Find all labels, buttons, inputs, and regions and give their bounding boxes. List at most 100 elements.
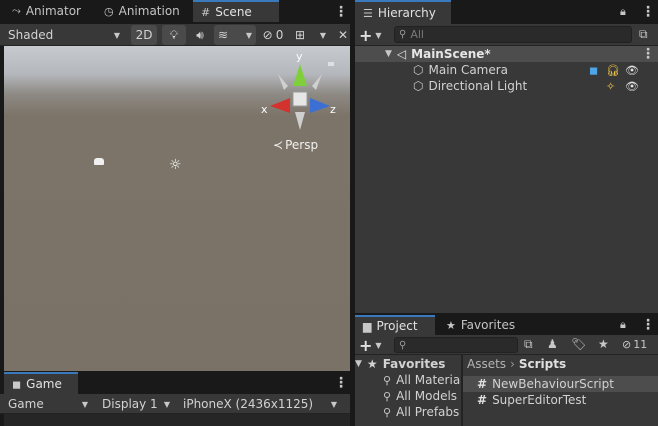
chevron-down-icon: ▼ — [245, 30, 252, 40]
hierarchy-search-placeholder: All — [410, 28, 424, 41]
projection-toggle[interactable]: ≺ Persp — [273, 138, 318, 152]
camera-icon: ◼ — [589, 63, 599, 77]
display-dropdown[interactable]: Display 1 ▼ — [98, 394, 174, 414]
asset-item-label: NewBehaviourScript — [492, 377, 614, 391]
favorites-item-label: All Prefabs — [396, 405, 460, 419]
create-button[interactable]: + ▼ — [359, 26, 382, 45]
scene-row-menu-icon[interactable]: ⋮ — [641, 47, 655, 61]
star-icon: ★ — [446, 318, 456, 332]
light-gizmo-icon[interactable]: ☼ — [169, 158, 182, 172]
filter-by-type-icon[interactable]: ♟ — [547, 337, 558, 351]
lighting-toggle-button[interactable]: 💡︎ — [162, 25, 186, 45]
lock-icon[interactable]: 🔒︎ — [620, 5, 626, 19]
visibility-eye-icon[interactable]: 👁︎ — [625, 64, 639, 77]
tab-project[interactable]: ▆ Project — [355, 315, 435, 335]
hierarchy-search-input[interactable]: ⚲ All — [394, 26, 632, 43]
project-menu-icon[interactable]: ⋮ — [641, 318, 655, 332]
game-mode-label: Game — [8, 397, 44, 411]
hidden-packages-count: 11 — [633, 338, 648, 351]
search-scope-icon[interactable]: ⧉ — [639, 27, 648, 42]
project-search-input[interactable]: ⚲ — [394, 337, 518, 353]
tab-favorites[interactable]: ★ Favorites — [438, 315, 518, 335]
hierarchy-menu-icon[interactable]: ⋮ — [641, 5, 655, 19]
visibility-eye-icon[interactable]: 👁︎ — [625, 80, 639, 93]
game-toolbar: Game ▼ Display 1 ▼ iPhoneX (2436x1125) ▼ — [0, 394, 350, 414]
tab-scene[interactable]: # Scene — [193, 0, 279, 22]
chevron-down-icon: ▼ — [319, 30, 327, 40]
asset-item[interactable]: # SuperEditorTest — [463, 392, 658, 408]
tab-project-label: Project — [376, 319, 418, 333]
hidden-packages-toggle[interactable]: ⊘ 11 — [622, 338, 647, 351]
breadcrumb-assets[interactable]: Assets — [467, 357, 506, 371]
chevron-down-icon: ▼ — [163, 399, 170, 409]
lock-icon[interactable]: 🔒︎ — [620, 318, 626, 332]
tab-hierarchy[interactable]: ☰ Hierarchy — [355, 0, 451, 24]
chevron-down-icon: ▼ — [81, 399, 88, 409]
favorites-item[interactable]: ⚲ All Materia — [383, 372, 460, 388]
search-icon: ⚲ — [383, 389, 392, 403]
grid-icon: # — [201, 5, 211, 19]
clock-icon: ◷ — [104, 4, 114, 18]
light-icon: ✧ — [606, 79, 616, 93]
breadcrumb-scripts[interactable]: Scripts — [519, 357, 566, 371]
gamepad-icon: ◼ — [12, 377, 22, 391]
game-mode-dropdown[interactable]: Game ▼ — [4, 394, 92, 414]
favorites-item[interactable]: ⚲ All Prefabs — [383, 404, 459, 420]
gizmo-lock-icon — [328, 62, 334, 66]
2d-toggle-button[interactable]: 2D — [131, 25, 157, 45]
tab-animator[interactable]: ⤳ Animator — [4, 0, 94, 22]
gizmos-toggle-button[interactable]: ⊞ — [290, 25, 310, 45]
hidden-objects-toggle[interactable]: ⊘ 0 — [259, 25, 287, 45]
list-icon: ☰ — [363, 6, 373, 20]
plus-icon: + — [359, 336, 373, 355]
scene-menu-icon[interactable]: ⋮ — [334, 5, 348, 19]
camera-gizmo-icon[interactable] — [94, 158, 104, 165]
resolution-dropdown[interactable]: iPhoneX (2436x1125) ▼ — [179, 394, 341, 414]
hierarchy-item-directional-light[interactable]: ⬡ Directional Light ✧ 👁︎ — [413, 78, 658, 94]
asset-list: Assets › Scripts # NewBehaviourScript # … — [463, 355, 658, 426]
hierarchy-item-main-camera[interactable]: ⬡ Main Camera ◼ 🎧︎ 👁︎ — [413, 62, 658, 78]
gizmo-neg-y-cone — [295, 112, 305, 130]
tab-game-label: Game — [26, 377, 62, 391]
projection-label: Persp — [285, 138, 319, 152]
folder-icon: ▆ — [363, 319, 372, 333]
asset-item[interactable]: # NewBehaviourScript — [463, 376, 658, 392]
tab-animator-label: Animator — [25, 4, 81, 18]
tab-game[interactable]: ◼ Game — [4, 372, 78, 394]
game-viewport[interactable] — [4, 414, 350, 426]
favorite-star-icon[interactable]: ★ — [598, 337, 609, 351]
scene-viewport[interactable]: y x z ≺ Persp ☼ — [4, 46, 350, 371]
tab-favorites-label: Favorites — [460, 318, 516, 332]
chevron-down-icon: ▼ — [113, 30, 120, 40]
hidden-objects-count: 0 — [275, 28, 284, 42]
expand-arrow-icon[interactable]: ▼ — [355, 359, 362, 369]
filter-by-label-icon[interactable]: 🏷︎ — [571, 337, 586, 351]
favorites-header[interactable]: ▼ ★ Favorites — [355, 356, 445, 372]
search-scope-icon[interactable]: ⧉ — [524, 337, 533, 352]
scene-gizmo[interactable] — [260, 56, 340, 136]
game-menu-icon[interactable]: ⋮ — [334, 376, 348, 390]
gizmo-center-cube — [292, 91, 308, 107]
perspective-icon: ≺ — [273, 138, 284, 152]
tab-scene-label: Scene — [215, 5, 252, 19]
gizmo-neg-x-cone — [312, 74, 322, 90]
eye-slash-icon: ⊘ — [622, 338, 632, 351]
project-toolbar: + ▼ ⚲ ⧉ ♟ 🏷︎ ★ ⊘ 11 — [355, 335, 658, 355]
shading-mode-label: Shaded — [8, 28, 54, 42]
breadcrumb: Assets › Scripts — [467, 357, 566, 371]
tools-icon[interactable]: ✕ — [336, 25, 350, 45]
chevron-down-icon: ▼ — [330, 399, 337, 409]
create-button[interactable]: + ▼ — [359, 336, 382, 355]
shading-mode-dropdown[interactable]: Shaded ▼ — [4, 25, 124, 45]
favorites-item[interactable]: ⚲ All Models — [383, 388, 457, 404]
left-tab-bar: ⤳ Animator ◷ Animation # Scene ⋮ — [0, 0, 350, 24]
search-icon: ⚲ — [383, 373, 392, 387]
speaker-icon: 🔊︎ — [196, 27, 204, 42]
audio-toggle-button[interactable]: 🔊︎ — [189, 25, 211, 45]
grid-dropdown[interactable]: ▼ — [312, 25, 334, 45]
game-tab-bar: ◼ Game ⋮ — [0, 372, 350, 394]
effects-dropdown[interactable]: ≋ ▼ — [214, 25, 256, 45]
tab-animation[interactable]: ◷ Animation — [96, 0, 191, 22]
scene-header-row[interactable]: ▼ ◁ MainScene* ⋮ — [355, 46, 658, 62]
expand-arrow-icon[interactable]: ▼ — [385, 49, 392, 59]
